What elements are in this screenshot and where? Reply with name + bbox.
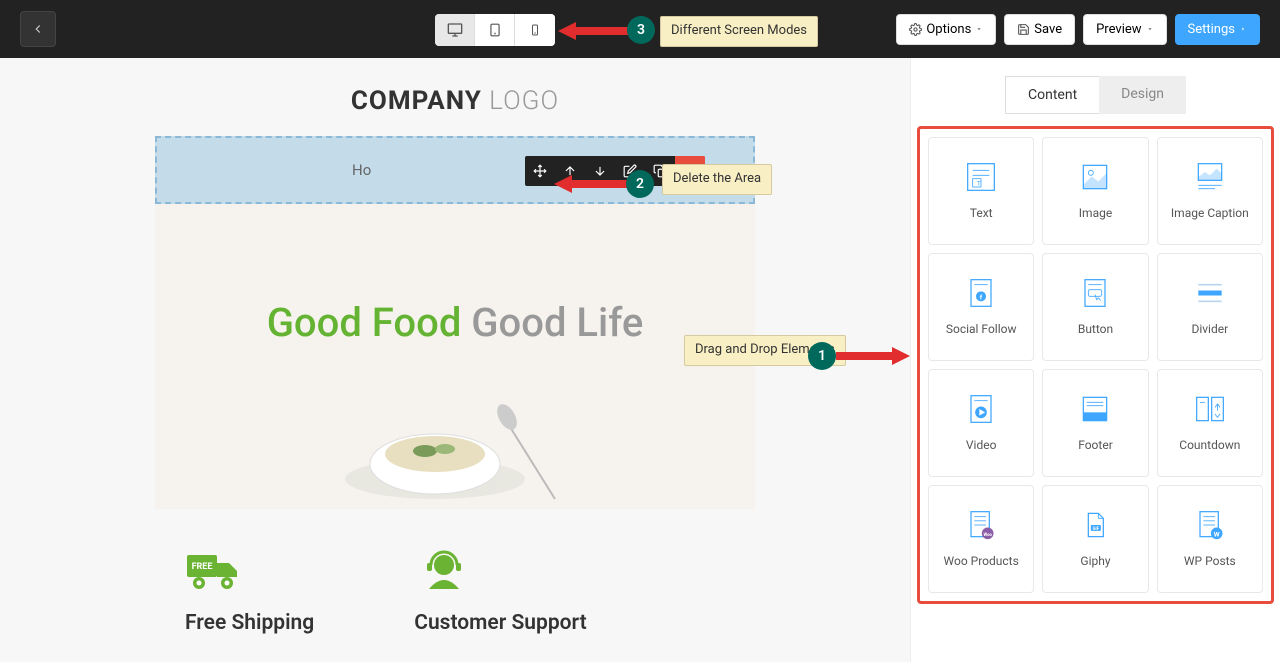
svg-text:W: W: [1214, 531, 1220, 539]
svg-text:GIF: GIF: [1093, 527, 1100, 532]
settings-button[interactable]: Settings: [1175, 14, 1260, 45]
element-woo-products[interactable]: Woo Woo Products: [928, 485, 1034, 593]
mobile-mode-button[interactable]: [515, 14, 555, 46]
element-button[interactable]: Button: [1042, 253, 1148, 361]
element-label: Video: [966, 438, 997, 452]
tab-design[interactable]: Design: [1099, 76, 1186, 114]
company-logo: COMPANY LOGO: [0, 58, 910, 136]
elements-grid: T Text Image Image Caption fSocial Follow But…: [917, 126, 1274, 604]
features-row: FREE Free Shipping Customer Support: [155, 509, 755, 635]
element-text[interactable]: T Text: [928, 137, 1034, 245]
element-divider[interactable]: Divider: [1157, 253, 1263, 361]
save-button[interactable]: Save: [1004, 14, 1075, 45]
sidebar: Content Design T Text Image Image Caption fS…: [910, 58, 1280, 662]
shipping-icon: FREE: [185, 549, 245, 593]
chevron-down-icon: [1146, 25, 1154, 33]
element-social-follow[interactable]: fSocial Follow: [928, 253, 1034, 361]
hero-grey: Good Life: [461, 299, 643, 346]
chevron-down-icon: [975, 25, 983, 33]
options-label: Options: [926, 22, 971, 37]
tablet-mode-button[interactable]: [475, 14, 515, 46]
element-label: Button: [1078, 322, 1113, 336]
feature-title: Free Shipping: [185, 611, 314, 635]
svg-text:FREE: FREE: [192, 562, 213, 572]
chevron-right-icon: [1239, 25, 1247, 33]
feature-customer-support[interactable]: Customer Support: [414, 549, 586, 635]
hero-image: [325, 369, 585, 509]
element-giphy[interactable]: GIF Giphy: [1042, 485, 1148, 593]
element-countdown[interactable]: Countdown: [1157, 369, 1263, 477]
badge-2: 2: [626, 170, 654, 198]
arrow-1: [836, 347, 910, 365]
element-label: Giphy: [1080, 554, 1110, 568]
logo-bold: COMPANY: [351, 86, 482, 116]
desktop-icon: [446, 22, 464, 38]
annotation-2: Delete the Area: [662, 164, 772, 195]
element-label: WP Posts: [1184, 554, 1236, 568]
back-button[interactable]: [20, 11, 56, 47]
element-label: Image: [1079, 206, 1112, 220]
svg-text:T: T: [977, 179, 981, 187]
feature-free-shipping[interactable]: FREE Free Shipping: [185, 549, 314, 635]
annotation-3: Different Screen Modes: [660, 16, 818, 47]
save-label: Save: [1034, 22, 1062, 37]
element-label: Divider: [1191, 322, 1228, 336]
element-image-caption[interactable]: Image Caption: [1157, 137, 1263, 245]
gear-icon: [909, 23, 922, 36]
element-footer[interactable]: Footer: [1042, 369, 1148, 477]
main-area: COMPANY LOGO Ho Good Food Good Life: [0, 58, 1280, 662]
element-label: Social Follow: [946, 322, 1017, 336]
element-image[interactable]: Image: [1042, 137, 1148, 245]
tablet-icon: [488, 21, 502, 39]
element-wp-posts[interactable]: W WP Posts: [1157, 485, 1263, 593]
desktop-mode-button[interactable]: [435, 14, 475, 46]
save-icon: [1017, 23, 1030, 36]
badge-1: 1: [808, 342, 836, 370]
tab-content[interactable]: Content: [1005, 76, 1099, 114]
move-icon: [533, 164, 547, 178]
hero-green: Good Food: [267, 299, 462, 346]
options-button[interactable]: Options: [896, 14, 996, 45]
settings-label: Settings: [1188, 22, 1235, 37]
element-label: Image Caption: [1171, 206, 1249, 220]
move-button[interactable]: [525, 156, 555, 186]
hero-title: Good Food Good Life: [267, 299, 644, 346]
element-video[interactable]: Video: [928, 369, 1034, 477]
screen-mode-group: [435, 14, 555, 46]
feature-title: Customer Support: [414, 611, 586, 635]
support-icon: [414, 549, 474, 593]
element-label: Woo Products: [944, 554, 1019, 568]
preview-button[interactable]: Preview: [1083, 14, 1166, 45]
arrow-3: [558, 22, 628, 40]
logo-light: LOGO: [482, 86, 559, 116]
badge-3: 3: [627, 16, 655, 44]
element-label: Countdown: [1179, 438, 1240, 452]
nav-text-partial: Ho: [352, 161, 371, 179]
svg-text:Woo: Woo: [984, 533, 993, 538]
hero-block[interactable]: Good Food Good Life: [155, 204, 755, 509]
element-label: Text: [970, 206, 993, 220]
mobile-icon: [529, 21, 541, 39]
preview-label: Preview: [1096, 22, 1141, 37]
topbar-actions: Options Save Preview Settings: [896, 14, 1260, 45]
sidebar-tabs: Content Design: [911, 58, 1280, 126]
element-label: Footer: [1078, 438, 1113, 452]
arrow-2: [554, 175, 628, 193]
